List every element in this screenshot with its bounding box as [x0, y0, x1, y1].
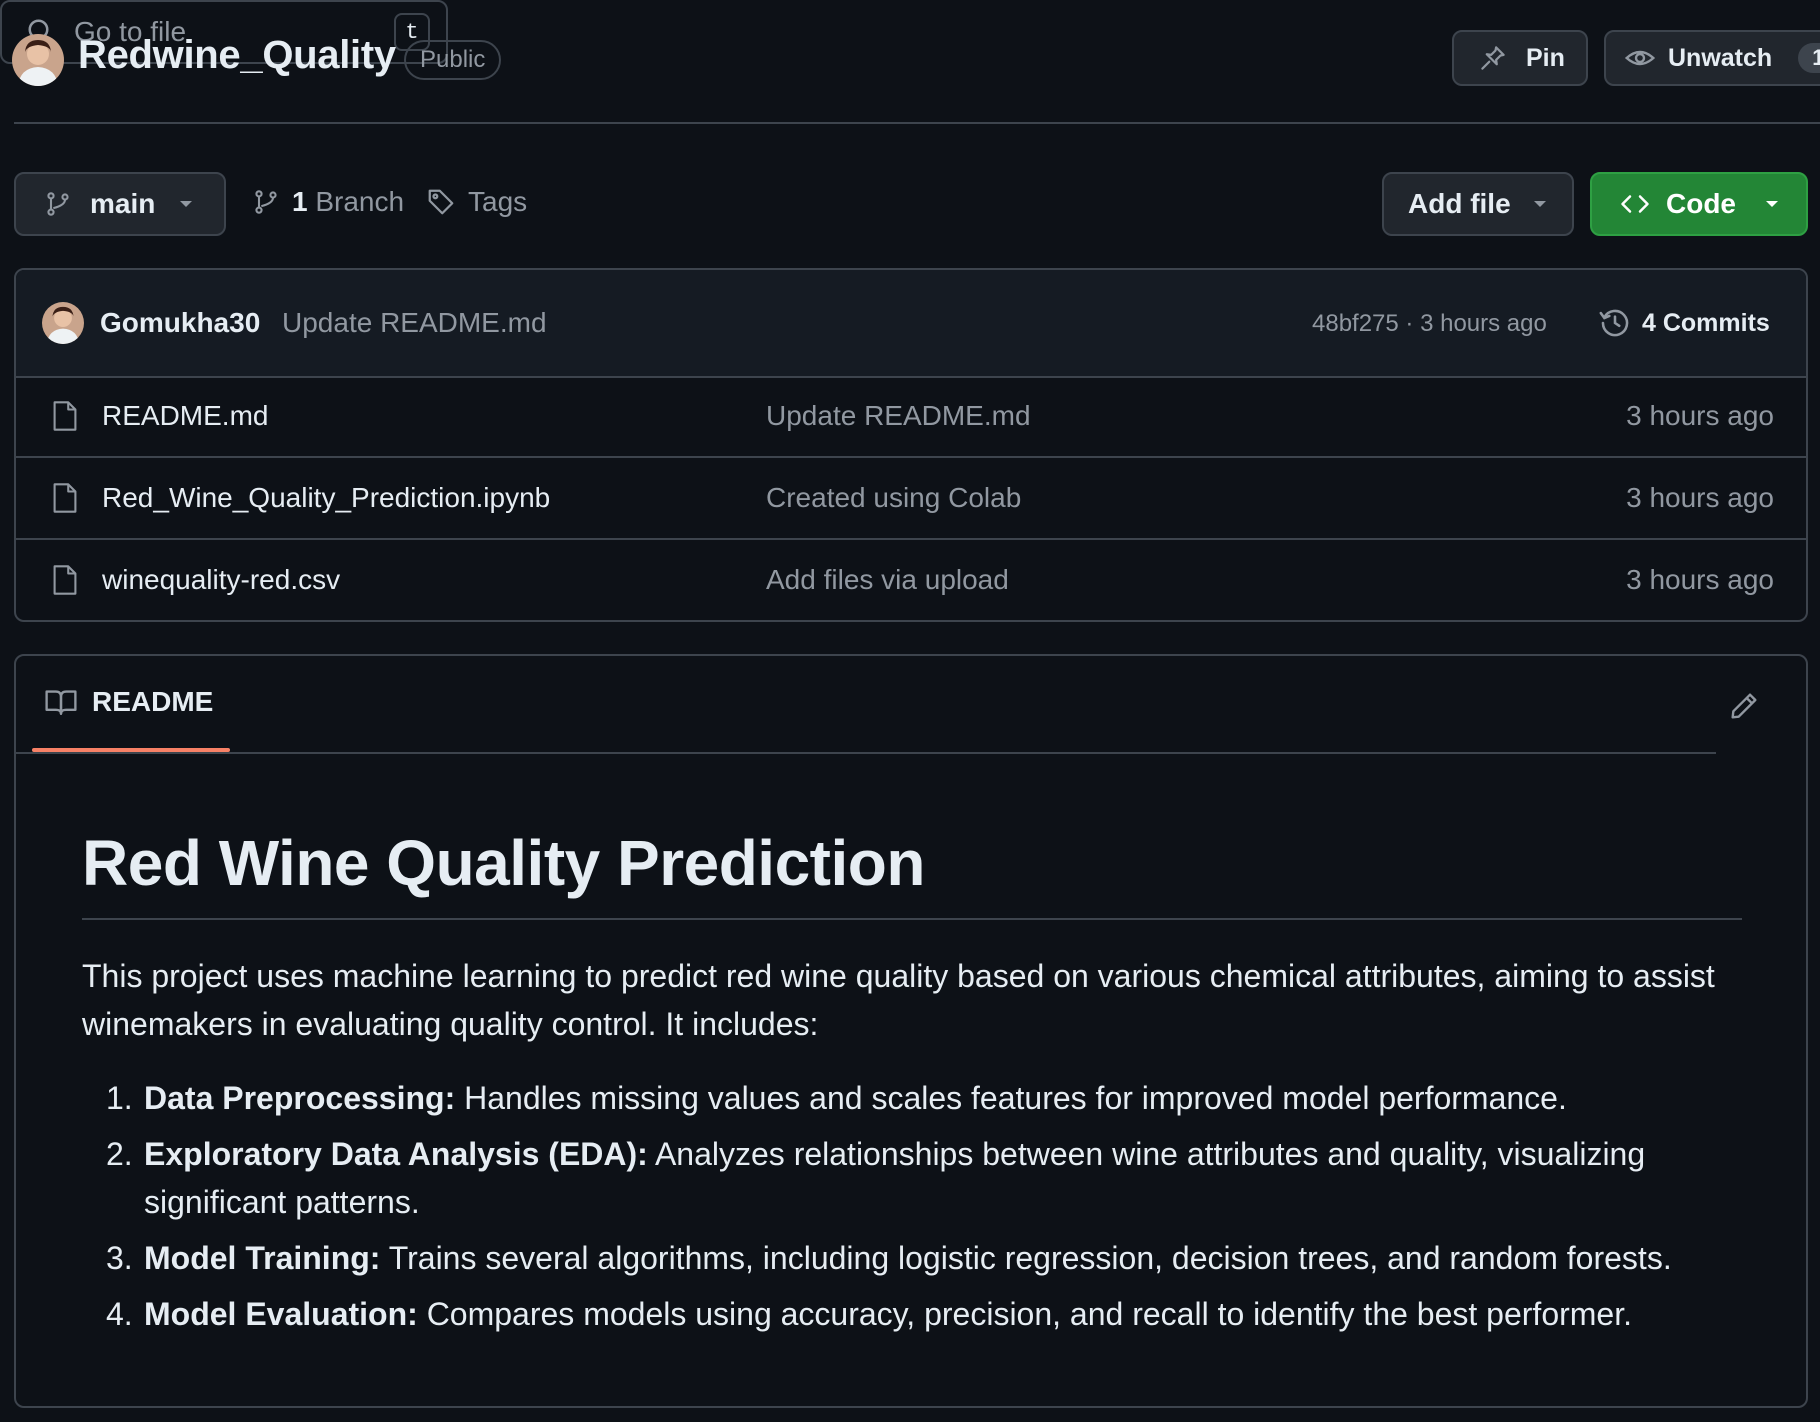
list-item-text: Compares models using accuracy, precisio…: [417, 1296, 1632, 1332]
file-icon: [52, 564, 78, 596]
branch-name: main: [90, 188, 156, 219]
latest-commit-bar: Gomukha30 Update README.md 48bf275 · 3 h…: [16, 270, 1806, 378]
owner-avatar[interactable]: [12, 34, 64, 86]
list-item-heading: Exploratory Data Analysis (EDA):: [144, 1136, 648, 1172]
list-number: 2.: [106, 1136, 133, 1172]
readme-tab-divider: [16, 752, 1716, 754]
history-icon: [1598, 306, 1632, 340]
pin-button[interactable]: Pin: [1452, 30, 1588, 86]
file-commit-message[interactable]: Add files via upload: [766, 564, 1009, 596]
watch-count-badge: 1: [1798, 43, 1820, 73]
title-rule: [82, 918, 1742, 920]
add-file-button[interactable]: Add file: [1382, 172, 1574, 236]
code-label: Code: [1666, 188, 1736, 219]
tags-label: Tags: [468, 186, 528, 217]
git-branch-icon: [252, 187, 280, 217]
list-item-text: Handles missing values and scales featur…: [455, 1080, 1567, 1116]
unwatch-label: Unwatch: [1668, 43, 1773, 72]
unwatch-button[interactable]: Unwatch 1: [1604, 30, 1820, 86]
file-name[interactable]: README.md: [102, 400, 268, 432]
file-name[interactable]: winequality-red.csv: [102, 564, 340, 596]
commits-count: 4 Commits: [1642, 308, 1770, 337]
edit-pencil-icon[interactable]: [1728, 690, 1760, 722]
chevron-down-icon: [1764, 199, 1780, 209]
branches-link[interactable]: 1 Branch: [252, 186, 404, 218]
list-item: 2. Exploratory Data Analysis (EDA): Anal…: [82, 1130, 1762, 1226]
list-number: 3.: [106, 1240, 133, 1276]
tags-link[interactable]: Tags: [426, 186, 527, 218]
commits-history-link[interactable]: 4 Commits: [1598, 306, 1770, 340]
branch-word: Branch: [315, 186, 405, 217]
branch-select-button[interactable]: main: [14, 172, 226, 236]
list-item-heading: Model Evaluation:: [144, 1296, 418, 1332]
file-icon: [52, 482, 78, 514]
readme-tab-label: README: [92, 686, 214, 717]
file-row[interactable]: Red_Wine_Quality_Prediction.ipynb Create…: [16, 458, 1806, 540]
readme-title: Red Wine Quality Prediction: [82, 827, 925, 899]
git-branch-icon: [44, 189, 72, 219]
list-item-text: Trains several algorithms, including log…: [380, 1240, 1672, 1276]
chevron-down-icon: [178, 199, 194, 209]
pin-label: Pin: [1526, 43, 1565, 72]
commit-author[interactable]: Gomukha30: [100, 307, 260, 339]
list-item-heading: Model Training:: [144, 1240, 381, 1276]
book-icon: [44, 687, 78, 717]
commit-hash-time[interactable]: 48bf275 · 3 hours ago: [1312, 310, 1547, 338]
file-commit-time: 3 hours ago: [1626, 482, 1774, 513]
file-browser: Gomukha30 Update README.md 48bf275 · 3 h…: [14, 268, 1808, 622]
file-icon: [52, 400, 78, 432]
code-button[interactable]: Code: [1590, 172, 1808, 236]
file-commit-time: 3 hours ago: [1626, 564, 1774, 595]
file-commit-message[interactable]: Created using Colab: [766, 482, 1021, 514]
list-item-heading: Data Preprocessing:: [144, 1080, 456, 1116]
repo-name[interactable]: Redwine_Quality: [78, 33, 396, 78]
file-name[interactable]: Red_Wine_Quality_Prediction.ipynb: [102, 482, 550, 514]
chevron-down-icon: [1532, 199, 1548, 209]
list-number: 4.: [106, 1296, 133, 1332]
list-number: 1.: [106, 1080, 133, 1116]
add-file-label: Add file: [1408, 188, 1511, 219]
eye-icon: [1624, 42, 1656, 74]
list-item: 1. Data Preprocessing: Handles missing v…: [82, 1074, 1762, 1122]
readme-intro: This project uses machine learning to pr…: [82, 958, 1715, 1042]
pin-icon: [1478, 43, 1508, 73]
commit-author-avatar[interactable]: [42, 302, 84, 344]
visibility-badge: Public: [404, 40, 502, 80]
readme-tab[interactable]: README: [44, 686, 213, 718]
list-item: 3. Model Training: Trains several algori…: [82, 1234, 1762, 1282]
code-icon: [1618, 189, 1652, 219]
list-item: 4. Model Evaluation: Compares models usi…: [82, 1290, 1762, 1338]
readme-panel: README Red Wine Quality Prediction This …: [14, 654, 1808, 1408]
header-divider: [14, 122, 1820, 124]
file-commit-time: 3 hours ago: [1626, 400, 1774, 431]
branch-count: 1: [292, 186, 308, 217]
commit-message[interactable]: Update README.md: [282, 307, 547, 339]
file-commit-message[interactable]: Update README.md: [766, 400, 1031, 432]
file-row[interactable]: README.md Update README.md 3 hours ago: [16, 376, 1806, 458]
readme-feature-list: 1. Data Preprocessing: Handles missing v…: [82, 1074, 1762, 1346]
tag-icon: [426, 187, 456, 217]
file-row[interactable]: winequality-red.csv Add files via upload…: [16, 540, 1806, 620]
